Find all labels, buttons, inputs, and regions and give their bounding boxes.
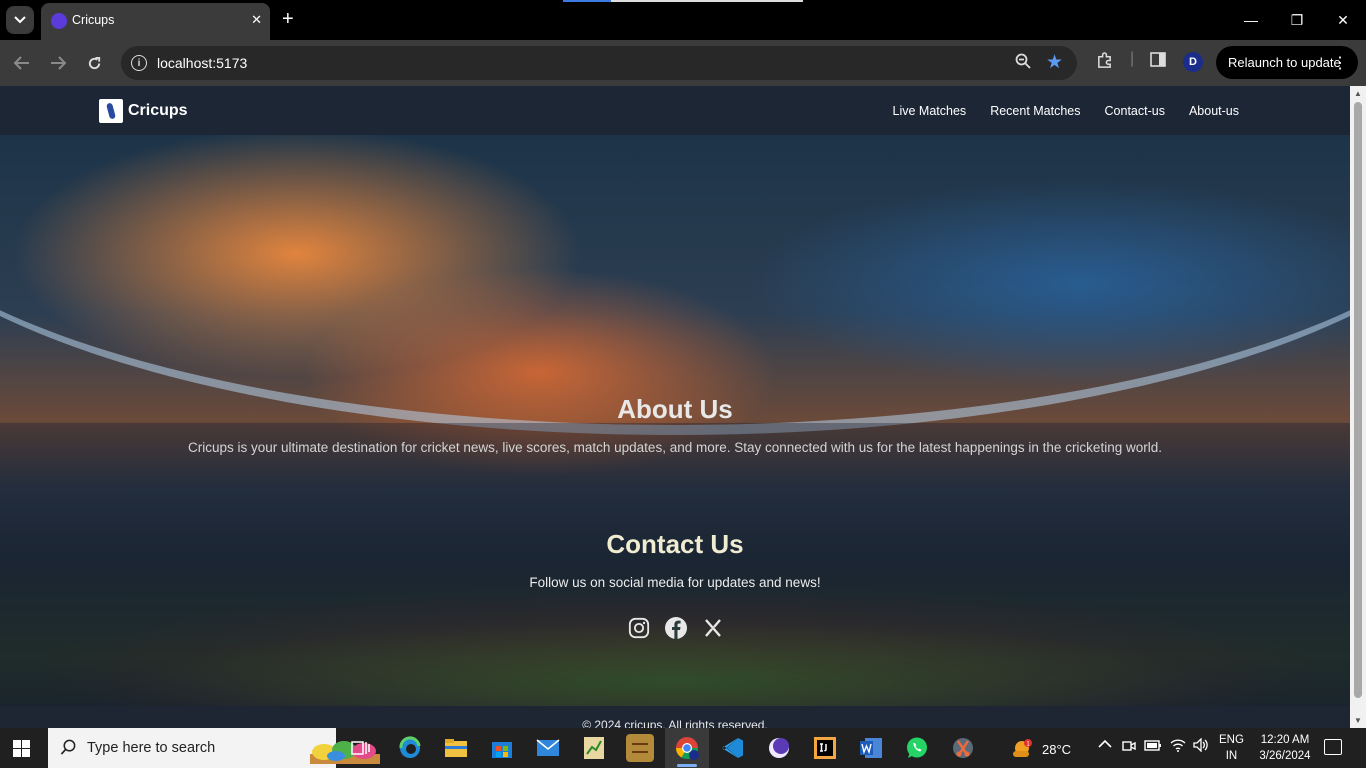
profile-avatar[interactable]: D <box>1183 52 1203 72</box>
whatsapp-icon[interactable] <box>903 734 931 762</box>
nav-live-matches[interactable]: Live Matches <box>893 104 967 118</box>
nav-contact-us[interactable]: Contact-us <box>1105 104 1165 118</box>
edge-icon[interactable] <box>396 734 424 762</box>
site-favicon <box>51 13 67 29</box>
scroll-up-arrow[interactable]: ▲ <box>1354 89 1362 98</box>
address-bar[interactable]: i localhost:5173 ★ <box>121 46 1077 80</box>
word-icon[interactable] <box>857 734 885 762</box>
social-links <box>627 616 725 640</box>
windows-start-icon[interactable] <box>13 740 31 757</box>
intellij-icon[interactable] <box>811 734 839 762</box>
close-window-button[interactable]: ✕ <box>1320 0 1366 40</box>
chevron-up-icon[interactable] <box>1098 737 1112 752</box>
instagram-icon[interactable] <box>627 616 651 640</box>
notification-center-icon[interactable] <box>1324 739 1342 755</box>
mail-icon[interactable] <box>534 734 562 762</box>
nav-links: Live Matches Recent Matches Contact-us A… <box>893 104 1239 118</box>
task-view-icon[interactable] <box>347 734 375 762</box>
tab-search-button[interactable] <box>6 6 34 34</box>
reload-button[interactable] <box>83 52 105 74</box>
windows-taskbar: Type here to search 1 28°C ENG IN 12:20 … <box>0 728 1366 768</box>
back-button[interactable] <box>11 52 33 74</box>
x-icon[interactable] <box>701 616 725 640</box>
chevron-down-icon <box>14 16 26 24</box>
nav-about-us[interactable]: About-us <box>1189 104 1239 118</box>
facebook-icon[interactable] <box>664 616 688 640</box>
volume-icon[interactable] <box>1193 737 1209 755</box>
wifi-icon[interactable] <box>1170 738 1186 755</box>
nav-recent-matches[interactable]: Recent Matches <box>990 104 1080 118</box>
about-heading: About Us <box>617 394 733 424</box>
dosbox-icon[interactable] <box>626 734 654 762</box>
reload-icon <box>88 56 100 69</box>
footer-copyright: © 2024 cricups. All rights reserved. <box>582 718 768 728</box>
relaunch-label: Relaunch to update <box>1228 55 1341 70</box>
more-menu-icon[interactable]: ⋮ <box>1332 53 1348 73</box>
language-indicator[interactable]: ENG IN <box>1219 732 1244 764</box>
microsoft-store-icon[interactable] <box>488 734 516 762</box>
contact-heading: Contact Us <box>606 529 744 559</box>
restore-button[interactable]: ❐ <box>1274 0 1320 40</box>
clock-time: 12:20 AM <box>1260 734 1310 746</box>
contact-description: Follow us on social media for updates an… <box>529 575 821 590</box>
spreadsheet-app-icon[interactable] <box>580 734 608 762</box>
zoom-icon[interactable] <box>1015 53 1031 74</box>
language-code: ENG <box>1219 734 1244 746</box>
taskbar-search[interactable]: Type here to search <box>48 728 380 768</box>
weather-widget[interactable]: 1 28°C <box>1010 738 1071 760</box>
relaunch-button[interactable]: Relaunch to update ⋮ <box>1216 46 1358 79</box>
meet-now-icon[interactable] <box>1122 739 1136 756</box>
vscode-icon[interactable] <box>719 734 747 762</box>
site-logo[interactable] <box>99 99 123 123</box>
browser-toolbar: i localhost:5173 ★ | <box>0 40 1366 86</box>
page-scrollbar[interactable]: ▲ ▼ <box>1350 86 1366 728</box>
scroll-down-arrow[interactable]: ▼ <box>1354 716 1362 725</box>
weather-cloud-icon: 1 <box>1013 739 1032 757</box>
file-explorer-icon[interactable] <box>442 734 470 762</box>
new-tab-button[interactable]: + <box>282 9 294 29</box>
stadium-roof-lights <box>0 86 1350 435</box>
eclipse-ide-icon[interactable] <box>765 734 793 762</box>
extensions-icon[interactable] <box>1096 52 1113 74</box>
browser-tabstrip: Cricups ✕ + — ❐ ✕ <box>0 0 1366 40</box>
about-description: Cricups is your ultimate destination for… <box>188 440 1162 455</box>
url-text[interactable]: localhost:5173 <box>157 55 247 71</box>
close-tab-icon[interactable]: ✕ <box>251 12 262 28</box>
minimize-button[interactable]: — <box>1228 0 1274 40</box>
taskbar-clock[interactable]: 12:20 AM 3/26/2024 <box>1254 732 1316 764</box>
window-controls: — ❐ ✕ <box>1228 0 1366 40</box>
search-placeholder: Type here to search <box>87 740 216 756</box>
clock-date: 3/26/2024 <box>1259 750 1311 762</box>
site-navbar: Cricups Live Matches Recent Matches Cont… <box>0 86 1350 135</box>
site-info-icon[interactable]: i <box>131 55 147 71</box>
loading-indicator <box>563 0 803 2</box>
battery-icon[interactable] <box>1144 739 1162 754</box>
arrow-right-icon <box>51 56 66 70</box>
scrollbar-thumb[interactable] <box>1354 102 1362 698</box>
page-viewport: Cricups Live Matches Recent Matches Cont… <box>0 86 1350 728</box>
site-brand[interactable]: Cricups <box>128 102 188 120</box>
toolbar-divider: | <box>1130 50 1135 67</box>
language-region: IN <box>1225 750 1238 762</box>
snipping-tool-icon[interactable] <box>949 734 977 762</box>
browser-tab-active[interactable]: Cricups ✕ <box>41 3 270 40</box>
arrow-left-icon <box>14 56 29 70</box>
search-icon <box>60 739 77 761</box>
weather-temperature: 28°C <box>1042 741 1072 757</box>
forward-button[interactable] <box>47 52 69 74</box>
tab-title: Cricups <box>72 13 115 27</box>
site-footer: © 2024 cricups. All rights reserved. <box>0 706 1350 728</box>
chrome-icon[interactable] <box>673 734 701 762</box>
side-panel-icon[interactable] <box>1150 52 1166 72</box>
bookmark-star-icon[interactable]: ★ <box>1046 51 1063 74</box>
